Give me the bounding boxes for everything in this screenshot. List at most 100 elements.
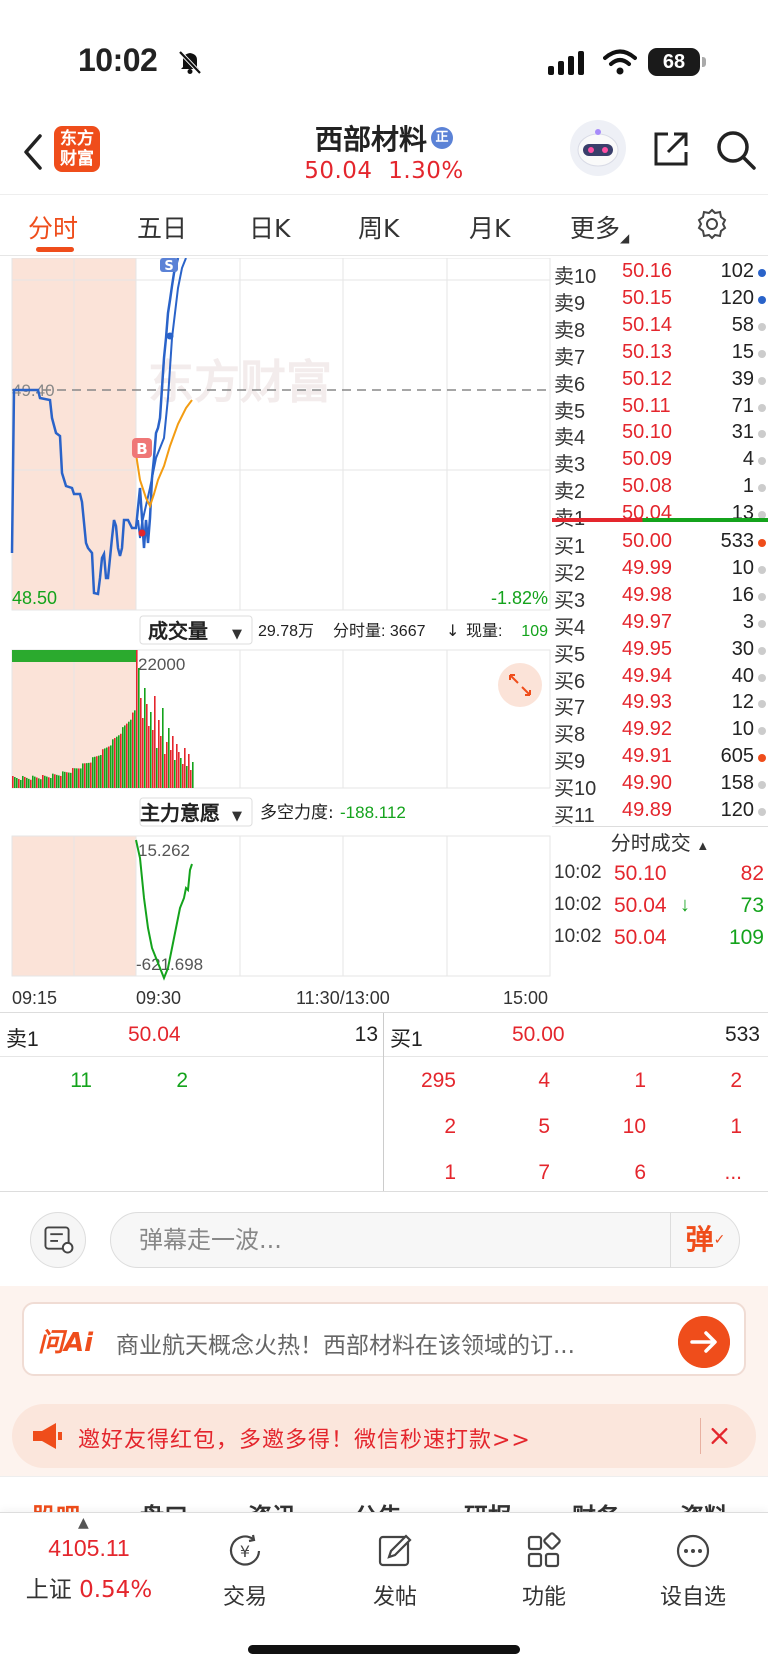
orderbook-row[interactable]: 卖2 50.08 1: [552, 475, 768, 503]
queue-order: 7: [538, 1161, 550, 1184]
check-badge-icon: ✓: [713, 1232, 726, 1248]
orderbook-row[interactable]: 买5 49.95 30: [552, 638, 768, 666]
orderbook-row[interactable]: 买4 49.97 3: [552, 611, 768, 639]
orderbook-row[interactable]: 买8 49.92 10: [552, 718, 768, 746]
orderbook-volume: 120: [720, 799, 754, 821]
time-label-continuous: 09:30: [136, 988, 181, 1008]
volume-bar: [86, 763, 88, 788]
orderbook-row[interactable]: 卖4 50.10 31: [552, 421, 768, 449]
nav-add-watchlist[interactable]: 设自选: [638, 1531, 748, 1611]
nav-post[interactable]: 发帖: [340, 1531, 450, 1611]
expand-button[interactable]: [498, 663, 542, 707]
time-label-close: 15:00: [503, 988, 548, 1008]
volume-bar: [188, 754, 190, 788]
orderbook-volume: 4: [742, 448, 754, 471]
promo-banner[interactable]: 邀好友得红包，多邀多得！微信秒速打款>>: [12, 1404, 756, 1468]
orderbook-row[interactable]: 买11 49.89 120: [552, 799, 768, 827]
index-value: 4105.11: [48, 1535, 130, 1561]
orderbook-price: 50.10: [622, 421, 673, 444]
robot-assistant-icon[interactable]: [570, 120, 626, 176]
trades-title[interactable]: 分时成交 ▲: [552, 826, 768, 856]
volume-bar: [32, 775, 34, 788]
orderbook-level-label: 卖6: [554, 373, 586, 396]
volume-bar: [88, 762, 90, 788]
orderbook-price: 50.08: [622, 475, 673, 498]
orderbook-price: 49.90: [622, 772, 673, 795]
orderbook-price: 49.91: [622, 745, 673, 768]
orderbook-row[interactable]: 买2 49.99 10: [552, 557, 768, 585]
orderbook-row[interactable]: 买9 49.91 605: [552, 745, 768, 773]
nav-functions[interactable]: 功能: [489, 1531, 599, 1611]
gear-icon[interactable]: [695, 207, 729, 241]
volume-bar: [146, 704, 148, 788]
nav-trade[interactable]: ¥ 交易: [190, 1531, 300, 1611]
tab-daily-k[interactable]: 日K: [249, 209, 290, 245]
orderbook-row[interactable]: 卖150.0413: [552, 502, 768, 530]
arrow-right-icon[interactable]: [678, 1316, 730, 1368]
orderbook-strength-bar: [552, 518, 768, 522]
queue-order: 6: [634, 1161, 646, 1184]
tab-intraday[interactable]: 分时: [28, 209, 78, 245]
volume-bar: [106, 747, 108, 788]
home-indicator: [248, 1645, 520, 1654]
orderbook-row[interactable]: 卖5 50.11 71: [552, 395, 768, 423]
queue-depth-panel[interactable]: 卖1 50.04 13 买1 50.00 533 11 2 295 4 1 2 2 5 10 1 1…: [0, 1012, 768, 1192]
orderbook-row[interactable]: 卖10 50.16 102: [552, 260, 768, 288]
tab-five-day[interactable]: 五日: [137, 209, 187, 245]
intraday-chart[interactable]: 东方财富 49.40 48.50 -1.82% B S 成交量 ▼ 29.78万…: [0, 257, 552, 1010]
orderbook-row[interactable]: 卖9 50.15 120: [552, 287, 768, 315]
orderbook-volume: 12: [731, 691, 754, 714]
volume-bar: [142, 718, 144, 788]
danmu-send-button[interactable]: 弹✓: [670, 1212, 740, 1268]
tab-more[interactable]: 更多◢: [570, 209, 629, 245]
danmu-settings-icon[interactable]: [30, 1212, 86, 1268]
volume-bar: [190, 770, 192, 788]
volume-bar: [186, 766, 188, 788]
index-widget[interactable]: 4105.11 上证 0.54%: [24, 1535, 154, 1604]
orderbook-volume: 15: [731, 340, 754, 363]
danmu-input[interactable]: 弹幕走一波...: [110, 1212, 740, 1268]
trade-volume: 109: [728, 926, 764, 949]
orderbook-volume: 120: [720, 286, 754, 309]
orderbook-row[interactable]: 卖6 50.12 39: [552, 368, 768, 396]
trades-title-label: 分时成交: [610, 833, 691, 855]
queue-bid-vol: 533: [724, 1023, 760, 1046]
volume-bar: [82, 763, 84, 788]
ai-card[interactable]: 问Ai 商业航天概念火热！西部材料在该领域的订...: [22, 1302, 746, 1376]
orderbook-price: 49.93: [622, 691, 673, 714]
close-icon[interactable]: [700, 1418, 736, 1454]
status-bar: 10:02 68: [0, 0, 768, 118]
tab-weekly-k[interactable]: 周K: [358, 209, 399, 245]
section-tabs: 股吧盘口资讯公告研报财务资料: [0, 1476, 768, 1514]
trade-row: 10:02 50.10 82: [552, 862, 768, 890]
orderbook-row[interactable]: 卖7 50.13 15: [552, 341, 768, 369]
share-icon[interactable]: [650, 128, 692, 170]
orderbook-row[interactable]: 买6 49.94 40: [552, 665, 768, 693]
volume-bar: [174, 760, 176, 788]
search-icon[interactable]: [714, 128, 758, 172]
nav-add-watchlist-label: 设自选: [659, 1585, 726, 1610]
volume-bar: [124, 725, 126, 788]
orderbook-row[interactable]: 卖3 50.09 4: [552, 448, 768, 476]
orderbook-dot-icon: [758, 457, 766, 466]
nav-functions-label: 功能: [521, 1585, 566, 1610]
svg-text:¥: ¥: [240, 1542, 250, 1561]
orderbook-dot-icon: [758, 539, 766, 547]
orderbook-row[interactable]: 卖8 50.14 58: [552, 314, 768, 342]
orderbook-row[interactable]: 买7 49.93 12: [552, 691, 768, 719]
volume-bar: [154, 696, 156, 788]
volume-bar: [66, 772, 68, 788]
orderbook-dot-icon: [758, 592, 766, 601]
volume-bar: [54, 774, 56, 788]
trade-point-marker: [166, 332, 174, 340]
orderbook-row[interactable]: 买10 49.90 158: [552, 772, 768, 800]
tab-monthly-k[interactable]: 月K: [469, 209, 510, 245]
dropdown-triangle-icon: ▼: [232, 627, 242, 642]
force-value: -188.112: [340, 803, 406, 822]
orderbook-price: 50.12: [622, 367, 673, 390]
orderbook-row[interactable]: 买1 50.00 533: [552, 530, 768, 558]
ai-question-text: 商业航天概念火热！西部材料在该领域的订...: [116, 1333, 575, 1359]
queue-bid-label: 买1: [390, 1028, 423, 1051]
orderbook-level-label: 卖10: [554, 266, 597, 288]
orderbook-row[interactable]: 买3 49.98 16: [552, 584, 768, 612]
